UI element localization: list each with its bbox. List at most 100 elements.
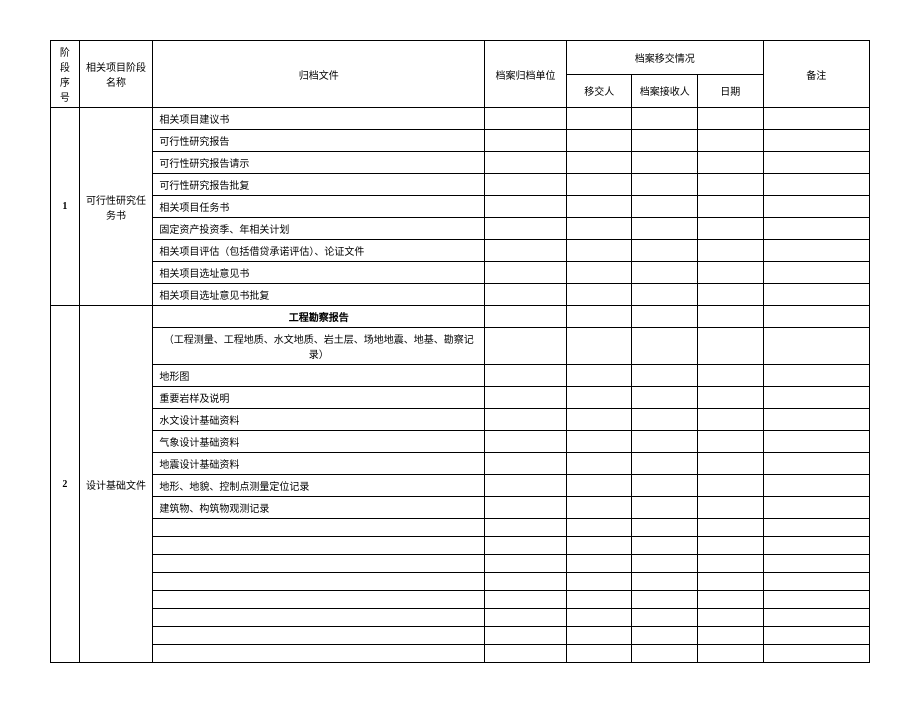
unit-cell	[485, 306, 567, 328]
unit-cell	[485, 152, 567, 174]
header-receiver: 档案接收人	[632, 74, 698, 108]
receiver-cell	[632, 627, 698, 645]
unit-cell	[485, 409, 567, 431]
remark-cell	[763, 365, 870, 387]
doc-cell-blank	[153, 609, 485, 627]
unit-cell	[485, 431, 567, 453]
unit-cell	[485, 284, 567, 306]
table-row: 相关项目任务书	[51, 196, 870, 218]
sender-cell	[566, 555, 632, 573]
date-cell	[697, 130, 763, 152]
unit-cell	[485, 555, 567, 573]
remark-cell	[763, 240, 870, 262]
unit-cell	[485, 609, 567, 627]
date-cell	[697, 218, 763, 240]
table-row: 地形图	[51, 365, 870, 387]
sender-cell	[566, 591, 632, 609]
date-cell	[697, 240, 763, 262]
date-cell	[697, 174, 763, 196]
header-transfer: 档案移交情况	[566, 41, 763, 75]
table-row: 重要岩样及说明	[51, 387, 870, 409]
seq-cell: 1	[51, 108, 80, 306]
unit-cell	[485, 240, 567, 262]
sender-cell	[566, 609, 632, 627]
remark-cell	[763, 431, 870, 453]
unit-cell	[485, 174, 567, 196]
receiver-cell	[632, 645, 698, 663]
date-cell	[697, 262, 763, 284]
remark-cell	[763, 475, 870, 497]
table-row	[51, 537, 870, 555]
remark-cell	[763, 306, 870, 328]
receiver-cell	[632, 453, 698, 475]
table-row	[51, 627, 870, 645]
receiver-cell	[632, 130, 698, 152]
date-cell	[697, 591, 763, 609]
sender-cell	[566, 627, 632, 645]
doc-cell-blank	[153, 537, 485, 555]
doc-cell: 相关项目选址意见书批复	[153, 284, 485, 306]
doc-cell-blank	[153, 591, 485, 609]
unit-cell	[485, 387, 567, 409]
unit-cell	[485, 262, 567, 284]
header-seq: 阶段序号	[51, 41, 80, 108]
table-row	[51, 573, 870, 591]
header-remark: 备注	[763, 41, 870, 108]
header-stage: 相关项目阶段名称	[79, 41, 153, 108]
table-row: 可行性研究报告	[51, 130, 870, 152]
header-sender: 移交人	[566, 74, 632, 108]
unit-cell	[485, 645, 567, 663]
doc-cell: 建筑物、构筑物观测记录	[153, 497, 485, 519]
sender-cell	[566, 409, 632, 431]
date-cell	[697, 152, 763, 174]
remark-cell	[763, 497, 870, 519]
receiver-cell	[632, 609, 698, 627]
doc-cell-blank	[153, 519, 485, 537]
table-row: 2设计基础文件工程勘察报告	[51, 306, 870, 328]
remark-cell	[763, 130, 870, 152]
doc-cell-blank	[153, 627, 485, 645]
date-cell	[697, 519, 763, 537]
date-cell	[697, 108, 763, 130]
sender-cell	[566, 519, 632, 537]
date-cell	[697, 453, 763, 475]
receiver-cell	[632, 519, 698, 537]
receiver-cell	[632, 328, 698, 365]
sender-cell	[566, 174, 632, 196]
sender-cell	[566, 431, 632, 453]
stage-cell: 可行性研究任务书	[79, 108, 153, 306]
date-cell	[697, 431, 763, 453]
sender-cell	[566, 284, 632, 306]
receiver-cell	[632, 365, 698, 387]
table-body: 1可行性研究任务书相关项目建议书可行性研究报告可行性研究报告请示可行性研究报告批…	[51, 108, 870, 663]
doc-cell-blank	[153, 555, 485, 573]
table-row	[51, 609, 870, 627]
date-cell	[697, 409, 763, 431]
sender-cell	[566, 328, 632, 365]
doc-header-cell: 工程勘察报告	[153, 306, 485, 328]
date-cell	[697, 387, 763, 409]
remark-cell	[763, 328, 870, 365]
remark-cell	[763, 108, 870, 130]
table-row: 地形、地貌、控制点测量定位记录	[51, 475, 870, 497]
seq-cell: 2	[51, 306, 80, 663]
doc-cell: 可行性研究报告	[153, 130, 485, 152]
header-unit: 档案归档单位	[485, 41, 567, 108]
receiver-cell	[632, 108, 698, 130]
receiver-cell	[632, 174, 698, 196]
sender-cell	[566, 497, 632, 519]
table-row: 可行性研究报告请示	[51, 152, 870, 174]
table-row	[51, 591, 870, 609]
sender-cell	[566, 130, 632, 152]
remark-cell	[763, 218, 870, 240]
table-row: 相关项目评估（包括借贷承诺评估）、论证文件	[51, 240, 870, 262]
table-row: 建筑物、构筑物观测记录	[51, 497, 870, 519]
header-date: 日期	[697, 74, 763, 108]
sender-cell	[566, 152, 632, 174]
unit-cell	[485, 196, 567, 218]
remark-cell	[763, 645, 870, 663]
receiver-cell	[632, 497, 698, 519]
receiver-cell	[632, 475, 698, 497]
doc-cell: 相关项目建议书	[153, 108, 485, 130]
doc-cell: 固定资产投资季、年相关计划	[153, 218, 485, 240]
